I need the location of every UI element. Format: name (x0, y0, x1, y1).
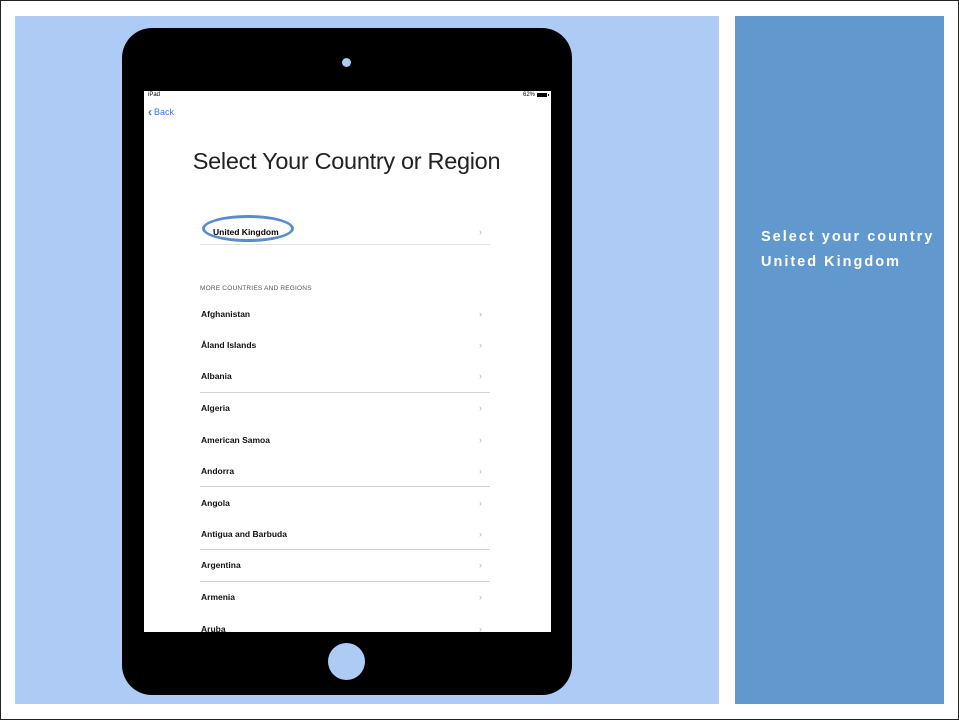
right-panel (735, 16, 944, 704)
camera-icon (342, 58, 351, 67)
home-button[interactable] (328, 643, 365, 680)
section-header: MORE COUNTRIES AND REGIONS (200, 285, 312, 292)
chevron-right-icon: › (479, 308, 482, 319)
chevron-right-icon: › (479, 403, 482, 414)
battery-percent: 62% (522, 92, 535, 98)
selected-country-row[interactable]: United Kingdom › (200, 219, 490, 245)
caption-text: Select your country United Kingdom (761, 229, 936, 271)
country-row[interactable]: Algeria › (200, 393, 490, 425)
back-button[interactable]: ‹ Back (148, 104, 175, 119)
ipad-screen: iPad 62% ‹ Back Select Your Country or R… (144, 91, 551, 632)
country-label: Argentina (201, 560, 241, 571)
back-label: Back (154, 107, 175, 117)
chevron-right-icon: › (479, 465, 482, 476)
chevron-right-icon: › (479, 340, 482, 351)
country-label: Algeria (201, 403, 230, 414)
page-title: Select Your Country or Region (192, 148, 501, 174)
country-row[interactable]: Afghanistan › (200, 298, 490, 330)
chevron-right-icon: › (479, 497, 482, 508)
status-battery: 62% (522, 92, 549, 98)
status-carrier: iPad (148, 92, 161, 98)
chevron-right-icon: › (479, 371, 482, 382)
chevron-right-icon: › (479, 528, 482, 539)
country-list: Afghanistan › Åland Islands › Albania › … (200, 298, 490, 632)
battery-icon (537, 93, 549, 97)
chevron-right-icon: › (479, 592, 482, 603)
country-row[interactable]: American Samoa › (200, 424, 490, 456)
country-row[interactable]: Angola › (200, 487, 490, 519)
country-row[interactable]: Andorra › (200, 456, 490, 487)
country-row[interactable]: Argentina › (200, 550, 490, 582)
country-label: Andorra (201, 465, 235, 476)
country-row[interactable]: Albania › (200, 361, 490, 393)
country-label: Armenia (201, 592, 236, 603)
caption-line-1: Select your country (761, 229, 935, 245)
country-row[interactable]: Aruba › (200, 613, 490, 632)
country-label: Albania (201, 371, 232, 382)
country-label: Aruba (201, 623, 226, 632)
country-label: Angola (201, 497, 230, 508)
chevron-left-icon: ‹ (148, 104, 152, 119)
chevron-right-icon: › (479, 560, 482, 571)
country-row[interactable]: Armenia › (200, 582, 490, 614)
selected-country-label: United Kingdom (213, 226, 279, 237)
chevron-right-icon: › (479, 226, 482, 237)
country-label: American Samoa (201, 434, 270, 445)
country-label: Afghanistan (201, 308, 251, 319)
country-label: Antigua and Barbuda (201, 528, 287, 539)
country-row[interactable]: Åland Islands › (200, 330, 490, 362)
country-label: Åland Islands (201, 340, 257, 351)
country-row[interactable]: Antigua and Barbuda › (200, 519, 490, 550)
chevron-right-icon: › (479, 623, 482, 632)
caption-line-2: United Kingdom (761, 254, 901, 270)
chevron-right-icon: › (479, 434, 482, 445)
